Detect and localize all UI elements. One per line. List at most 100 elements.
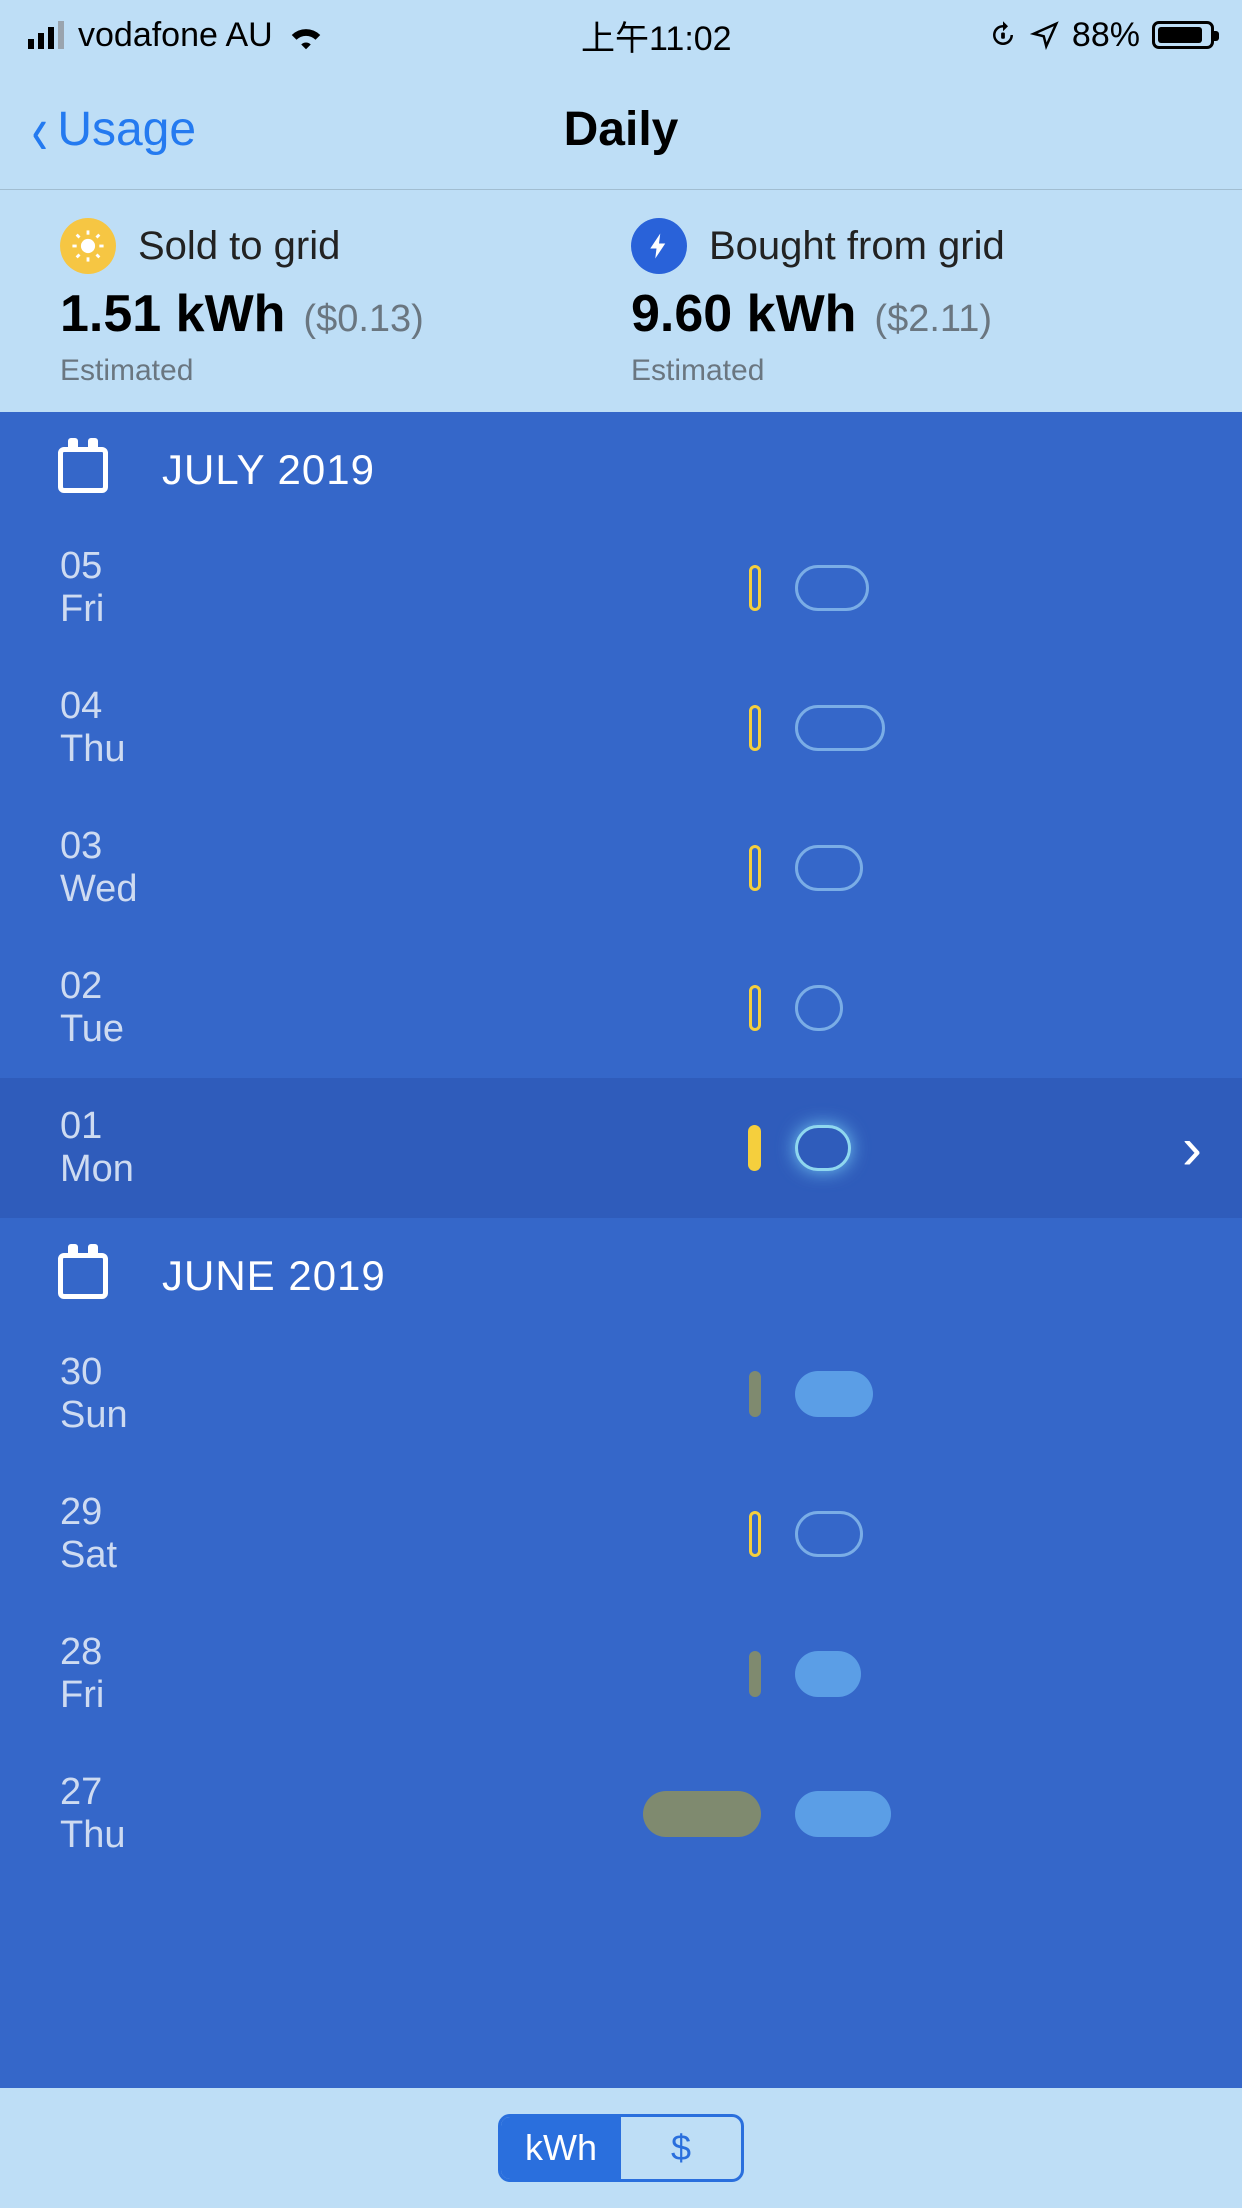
usage-bars xyxy=(328,1744,1194,1884)
date-number: 30 xyxy=(60,1351,328,1394)
unit-toggle: kWh $ xyxy=(498,2114,744,2182)
usage-bars xyxy=(328,1078,1194,1218)
date-column: 04 Thu xyxy=(48,685,328,771)
bought-bar xyxy=(795,985,843,1031)
bought-bar xyxy=(795,565,869,611)
date-weekday: Mon xyxy=(60,1148,328,1191)
day-row[interactable]: 30 Sun xyxy=(0,1324,1242,1464)
usage-bars xyxy=(328,1324,1194,1464)
signal-icon xyxy=(28,21,64,49)
toggle-dollar[interactable]: $ xyxy=(621,2117,741,2179)
date-weekday: Tue xyxy=(60,1008,328,1051)
month-label: JUNE 2019 xyxy=(162,1252,386,1300)
sold-summary: Sold to grid 1.51 kWh ($0.13) Estimated xyxy=(60,218,631,388)
date-number: 03 xyxy=(60,825,328,868)
calendar-icon xyxy=(58,447,108,493)
date-weekday: Fri xyxy=(60,1674,328,1717)
day-row[interactable]: 04 Thu xyxy=(0,658,1242,798)
bolt-icon xyxy=(631,218,687,274)
sold-bar xyxy=(749,1511,761,1557)
usage-bars xyxy=(328,658,1194,798)
bought-value: 9.60 kWh xyxy=(631,284,856,344)
summary-panel: Sold to grid 1.51 kWh ($0.13) Estimated … xyxy=(0,190,1242,412)
date-number: 29 xyxy=(60,1491,328,1534)
month-header: JUNE 2019 xyxy=(0,1218,1242,1324)
sold-price: ($0.13) xyxy=(303,298,423,341)
sold-note: Estimated xyxy=(60,354,631,388)
day-row[interactable]: 03 Wed xyxy=(0,798,1242,938)
back-label: Usage xyxy=(57,102,196,157)
sold-label: Sold to grid xyxy=(138,224,340,269)
date-column: 03 Wed xyxy=(48,825,328,911)
bought-label: Bought from grid xyxy=(709,224,1005,269)
date-number: 01 xyxy=(60,1105,328,1148)
sold-value: 1.51 kWh xyxy=(60,284,285,344)
usage-bars xyxy=(328,798,1194,938)
day-row[interactable]: 29 Sat xyxy=(0,1464,1242,1604)
usage-bars xyxy=(328,938,1194,1078)
date-number: 04 xyxy=(60,685,328,728)
sold-bar xyxy=(749,565,761,611)
chevron-right-icon: › xyxy=(1182,1114,1202,1183)
sold-bar xyxy=(749,1371,761,1417)
bought-note: Estimated xyxy=(631,354,1202,388)
date-weekday: Sat xyxy=(60,1534,328,1577)
sold-bar xyxy=(643,1791,761,1837)
location-icon xyxy=(1030,20,1060,50)
orientation-lock-icon xyxy=(988,20,1018,50)
status-right: 88% xyxy=(988,16,1214,55)
date-column: 27 Thu xyxy=(48,1771,328,1857)
day-row[interactable]: 02 Tue xyxy=(0,938,1242,1078)
nav-header: ‹ Usage Daily xyxy=(0,70,1242,190)
date-weekday: Thu xyxy=(60,1814,328,1857)
usage-bars xyxy=(328,1464,1194,1604)
status-bar: vodafone AU 上午11:02 88% xyxy=(0,0,1242,70)
bought-bar xyxy=(795,1371,873,1417)
bought-bar xyxy=(795,705,885,751)
bought-summary: Bought from grid 9.60 kWh ($2.11) Estima… xyxy=(631,218,1202,388)
date-weekday: Fri xyxy=(60,588,328,631)
bought-bar xyxy=(795,845,863,891)
sold-bar xyxy=(749,1651,761,1697)
date-column: 28 Fri xyxy=(48,1631,328,1717)
calendar-icon xyxy=(58,1253,108,1299)
month-header: JULY 2019 xyxy=(0,412,1242,518)
daily-list[interactable]: JULY 2019 05 Fri 04 Thu 03 We xyxy=(0,412,1242,2088)
usage-bars xyxy=(328,1604,1194,1744)
date-weekday: Wed xyxy=(60,868,328,911)
bought-bar xyxy=(795,1791,891,1837)
date-weekday: Sun xyxy=(60,1394,328,1437)
date-column: 01 Mon xyxy=(48,1105,328,1191)
status-time: 上午11:02 xyxy=(581,11,732,60)
date-column: 29 Sat xyxy=(48,1491,328,1577)
date-number: 02 xyxy=(60,965,328,1008)
month-label: JULY 2019 xyxy=(162,446,375,494)
battery-icon xyxy=(1152,21,1214,49)
date-column: 30 Sun xyxy=(48,1351,328,1437)
back-button[interactable]: ‹ Usage xyxy=(0,95,196,165)
date-number: 28 xyxy=(60,1631,328,1674)
sold-bar xyxy=(749,845,761,891)
day-row[interactable]: 01 Mon › xyxy=(0,1078,1242,1218)
status-left: vodafone AU xyxy=(28,16,325,55)
day-row[interactable]: 05 Fri xyxy=(0,518,1242,658)
day-row[interactable]: 28 Fri xyxy=(0,1604,1242,1744)
date-weekday: Thu xyxy=(60,728,328,771)
carrier-label: vodafone AU xyxy=(78,16,273,55)
date-column: 02 Tue xyxy=(48,965,328,1051)
bought-bar xyxy=(795,1651,861,1697)
usage-bars xyxy=(328,518,1194,658)
day-row[interactable]: 27 Thu xyxy=(0,1744,1242,1884)
date-number: 27 xyxy=(60,1771,328,1814)
sold-bar xyxy=(749,985,761,1031)
bottom-bar: kWh $ xyxy=(0,2088,1242,2208)
sold-bar xyxy=(749,705,761,751)
sun-icon xyxy=(60,218,116,274)
bought-price: ($2.11) xyxy=(874,298,992,341)
battery-pct: 88% xyxy=(1072,16,1140,55)
wifi-icon xyxy=(287,20,325,50)
date-column: 05 Fri xyxy=(48,545,328,631)
bought-bar xyxy=(795,1511,863,1557)
toggle-kwh[interactable]: kWh xyxy=(501,2117,621,2179)
bought-bar xyxy=(795,1125,851,1171)
